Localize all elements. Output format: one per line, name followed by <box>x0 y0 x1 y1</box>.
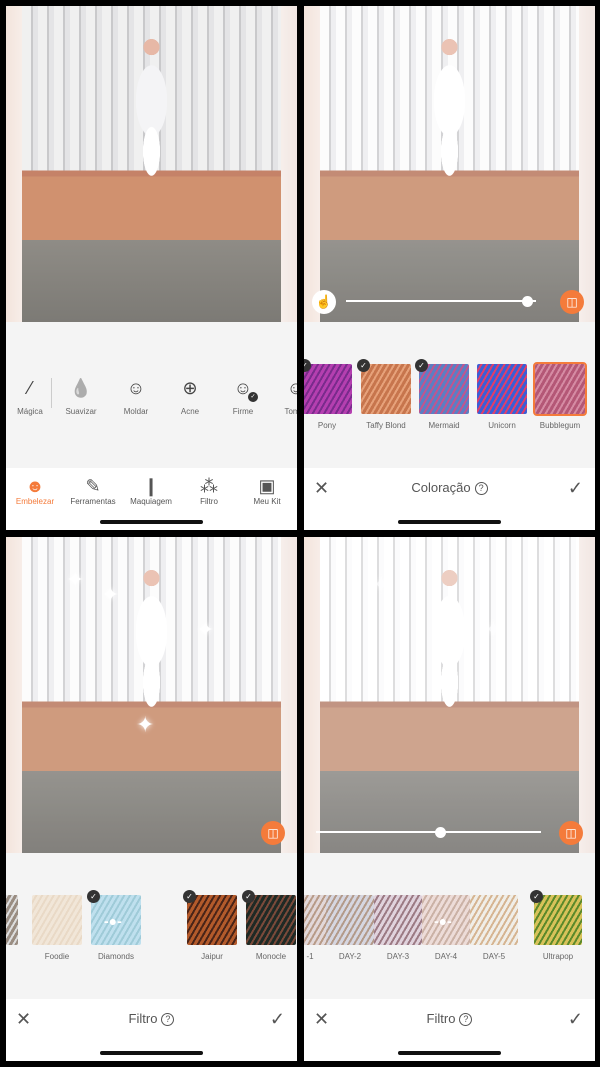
face-beauty-icon: ☻ <box>25 476 45 496</box>
item-label: Ultrapop <box>542 952 574 961</box>
screen-title: Filtro? <box>6 1011 297 1026</box>
help-icon[interactable]: ? <box>459 1013 473 1026</box>
item-label: Monocle <box>255 952 287 961</box>
filter-icon: ⁂ <box>200 476 218 496</box>
sparkle-icon: ✦ <box>101 582 120 607</box>
compare-button[interactable]: ◫ <box>261 821 285 845</box>
item-label: DAY-5 <box>482 952 506 961</box>
nav-label: Maquiagem <box>130 497 172 506</box>
divider <box>51 378 52 408</box>
thumbnail <box>374 895 422 945</box>
slider-knob[interactable] <box>434 827 446 838</box>
title-text: Filtro <box>128 1011 158 1026</box>
intensity-slider[interactable] <box>316 831 541 833</box>
check-icon: ✓ <box>87 890 100 903</box>
item-label: Diamonds <box>97 952 134 961</box>
tool-label: Moldar <box>123 407 149 416</box>
home-indicator <box>398 1051 501 1055</box>
magic-wand-icon: ⁄ <box>28 378 32 398</box>
tool-label: Suavizar <box>65 407 97 416</box>
intensity-slider[interactable] <box>346 300 536 302</box>
title-text: Coloração <box>411 480 471 495</box>
brush-touch-button[interactable]: ☝ <box>312 290 336 314</box>
beautify-screen: ⁄ Mágica 💧 Suavizar ☺ Moldar ⊕ Acne ☺ Firme ✓ ☺ Tom … <box>6 6 297 530</box>
drop-icon: 💧 <box>69 378 93 398</box>
acne-icon: ⊕ <box>182 378 198 398</box>
thumbnail <box>6 895 18 945</box>
adjust-slider-icon[interactable]: -●- <box>434 913 452 929</box>
check-icon: ✓ <box>357 359 370 372</box>
item-label: Bubblegum <box>539 421 581 430</box>
lipstick-icon: ❙ <box>143 476 159 496</box>
check-icon: ✓ <box>183 890 196 903</box>
sparkle-icon: ✦ <box>66 567 85 592</box>
tool-label: Acne <box>180 407 200 416</box>
nav-label: Filtro <box>200 497 218 506</box>
face-icon: ☺ <box>126 378 146 398</box>
compare-button[interactable]: ◫ <box>560 290 584 314</box>
check-icon: ✓ <box>415 359 428 372</box>
thumbnail <box>470 895 518 945</box>
hair-color-screen: ☝ ◫ ✓ Pony ✓ Taffy Blond ✓ Mermaid Unicorn Bubb… <box>304 6 595 530</box>
check-icon: ✓ <box>242 890 255 903</box>
thumbnail <box>246 895 296 945</box>
thumbnail <box>304 364 352 414</box>
title-text: Filtro <box>426 1011 456 1026</box>
tool-label: Firme <box>232 407 254 416</box>
edit-icon: ✎ <box>85 476 101 496</box>
photo-preview <box>320 537 579 853</box>
thumbnail <box>361 364 411 414</box>
face-icon: ☺ <box>286 378 297 398</box>
thumbnail <box>32 895 82 945</box>
thumbnail <box>534 895 582 945</box>
filter-screen: ✦ ✦ ✦ ✦ ◫ wsFoodie-●-✓Diamonds✓Jaipur✓Mo… <box>6 537 297 1061</box>
thumbnail <box>326 895 374 945</box>
home-indicator <box>100 1051 203 1055</box>
check-icon: ✓ <box>248 392 258 402</box>
screen-title: Coloração? <box>304 480 595 495</box>
nav-label: Ferramentas <box>70 497 116 506</box>
help-icon[interactable]: ? <box>161 1013 175 1026</box>
screen-title: Filtro? <box>304 1011 595 1026</box>
filter-day-screen: ✦ ✦ ◫ -1 DAY-2 DAY-3 -●- DAY-4 DAY-5 ✓ Ultrapop… <box>304 537 595 1061</box>
home-indicator <box>100 520 203 524</box>
photo-preview <box>22 537 281 853</box>
kit-icon: ▣ <box>258 476 276 496</box>
sparkle-icon: ✦ <box>196 617 215 642</box>
adjust-slider-icon[interactable]: -●- <box>104 913 122 929</box>
sparkle-icon: ✦ <box>484 617 503 642</box>
thumbnail <box>419 364 469 414</box>
check-icon: ✓ <box>530 890 543 903</box>
thumbnail <box>477 364 527 414</box>
compare-button[interactable]: ◫ <box>559 821 583 845</box>
thumbnail <box>187 895 237 945</box>
help-icon[interactable]: ? <box>474 482 488 495</box>
confirm-check-icon[interactable]: ✓ <box>568 1009 583 1030</box>
confirm-check-icon[interactable]: ✓ <box>270 1009 285 1030</box>
thumbnail <box>533 362 587 416</box>
photo-preview <box>320 6 579 322</box>
slider-knob[interactable] <box>521 296 533 307</box>
tool-label: Tom D <box>284 407 297 416</box>
home-indicator <box>398 520 501 524</box>
sparkle-icon: ✦ <box>136 712 155 737</box>
nav-label: Meu Kit <box>253 497 281 506</box>
sparkle-icon: ✦ <box>372 572 391 597</box>
nav-label: Embelezar <box>15 497 55 506</box>
confirm-check-icon[interactable]: ✓ <box>568 478 583 499</box>
photo-preview <box>22 6 281 322</box>
